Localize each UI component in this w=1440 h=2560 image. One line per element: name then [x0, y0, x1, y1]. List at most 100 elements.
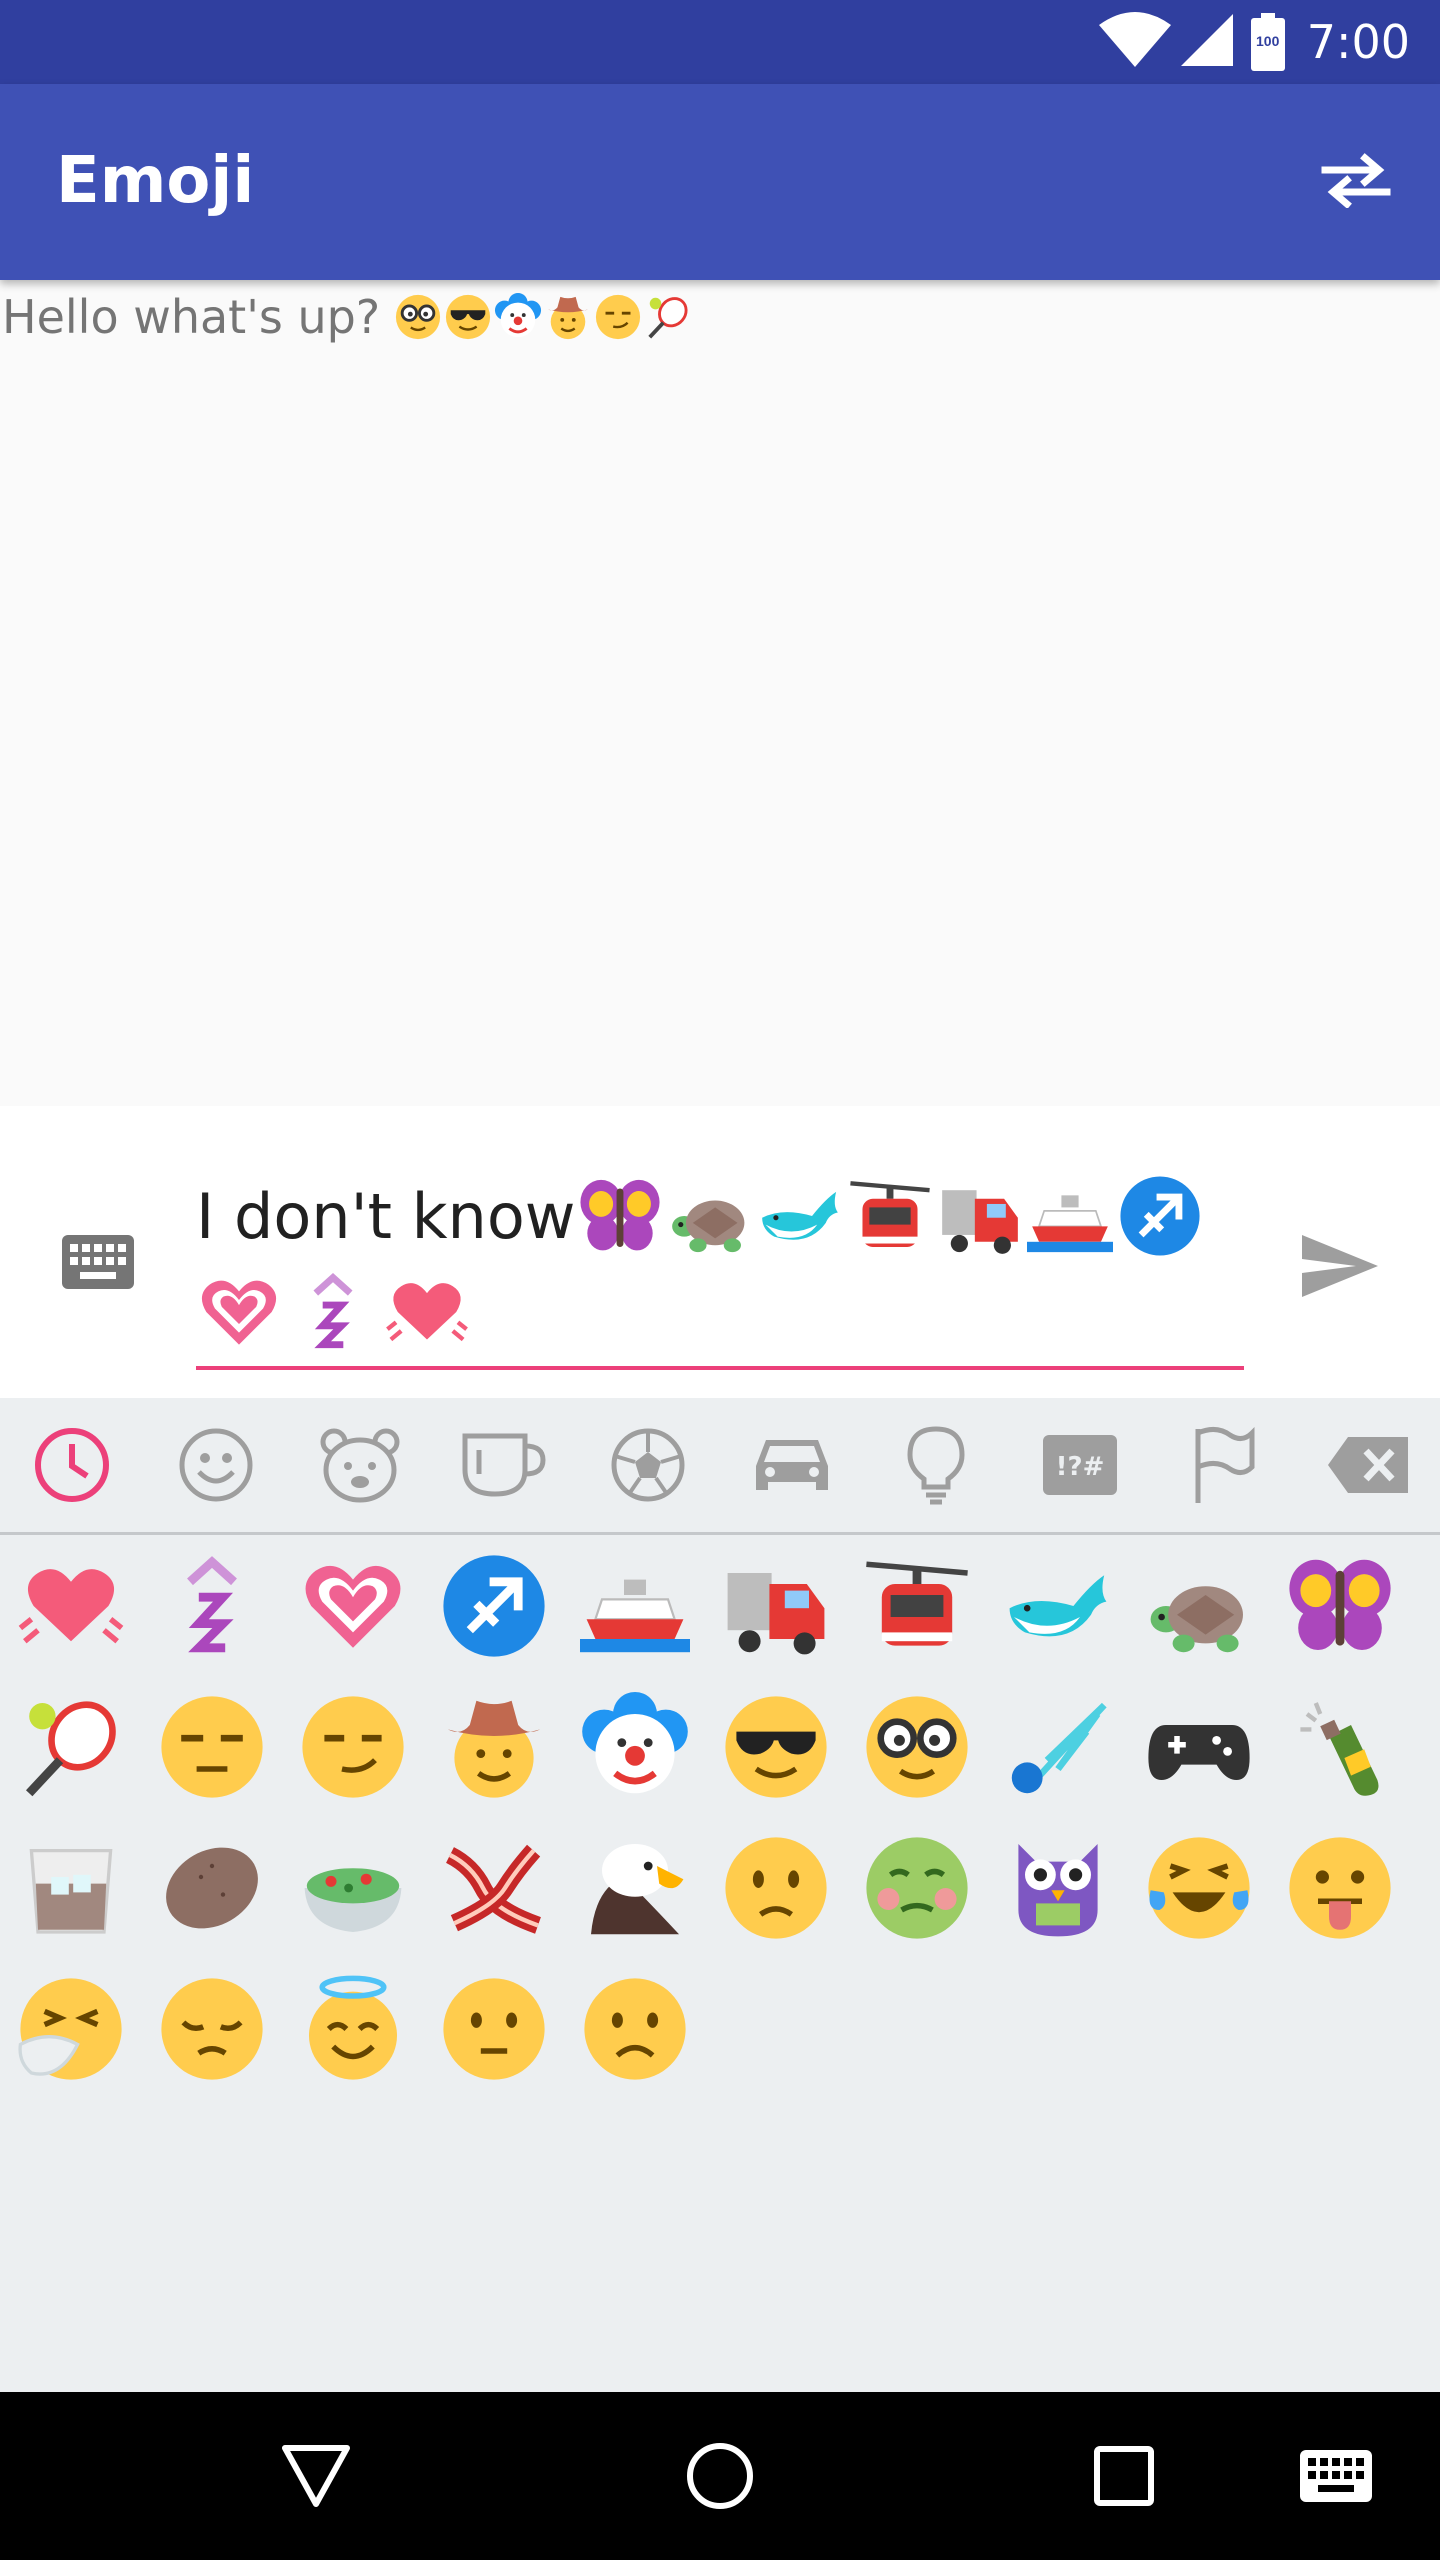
cup-icon — [462, 1433, 546, 1497]
emoji-butterfly[interactable] — [1269, 1535, 1410, 1676]
sagittarius-emoji — [1120, 1176, 1201, 1256]
tab-food[interactable] — [432, 1398, 576, 1532]
turtle-emoji — [672, 1200, 745, 1253]
emoji-game-controller[interactable] — [1128, 1676, 1269, 1817]
tab-smileys[interactable] — [144, 1398, 288, 1532]
cowboy-face-emoji — [548, 296, 589, 340]
whale-emoji — [762, 1191, 839, 1240]
svg-text:!?#: !?# — [1056, 1452, 1105, 1482]
tab-symbols[interactable]: !?# — [1008, 1398, 1152, 1532]
swap-button[interactable] — [1302, 128, 1410, 236]
emoji-tennis-racket[interactable] — [0, 1676, 141, 1817]
symbols-icon: !?# — [1043, 1435, 1117, 1495]
keyboard-toggle-button[interactable] — [56, 1222, 140, 1306]
battery-icon: 100 — [1250, 13, 1285, 71]
emoji-sagittarius[interactable] — [423, 1535, 564, 1676]
emoji-truck[interactable] — [705, 1535, 846, 1676]
input-emoji-row-2 — [196, 1269, 470, 1355]
message-text: Hello what's up? — [2, 290, 381, 344]
battery-level: 100 — [1256, 33, 1280, 49]
input-emoji-row-1 — [577, 1173, 1203, 1259]
lightbulb-icon — [907, 1426, 965, 1505]
emoji-whale[interactable] — [987, 1535, 1128, 1676]
message-area: Hello what's up? — [0, 280, 1440, 1106]
emoji-salad[interactable] — [282, 1817, 423, 1958]
emoji-tongue-face[interactable] — [1269, 1817, 1410, 1958]
flag-icon — [1195, 1426, 1255, 1503]
emoji-aerial-tramway[interactable] — [846, 1535, 987, 1676]
heart-outline-emoji — [201, 1280, 277, 1345]
emoji-nauseated-face[interactable] — [846, 1817, 987, 1958]
app-bar: Emoji — [0, 84, 1440, 280]
emoji-beating-heart[interactable] — [0, 1535, 141, 1676]
zigzag-arrow-emoji — [313, 1272, 353, 1349]
send-icon — [1300, 1233, 1380, 1304]
home-circle-icon — [687, 2443, 753, 2509]
truck-emoji — [942, 1190, 1019, 1254]
page-title: Emoji — [56, 144, 255, 218]
emoji-bacon[interactable] — [423, 1817, 564, 1958]
signal-icon — [1179, 12, 1235, 73]
input-line-1: I don't know — [196, 1166, 1203, 1266]
emoji-grid — [0, 1535, 1440, 2099]
input-line-2 — [196, 1266, 470, 1358]
back-button[interactable] — [266, 2426, 366, 2526]
ime-switch-button[interactable] — [1286, 2426, 1386, 2526]
bear-icon — [320, 1428, 400, 1503]
tab-travel[interactable] — [720, 1398, 864, 1532]
emoji-comet[interactable] — [987, 1676, 1128, 1817]
sunglasses-face-emoji — [446, 294, 491, 340]
emoji-pensive-face[interactable] — [141, 1958, 282, 2099]
emoji-frowning-face[interactable] — [564, 1958, 705, 2099]
emoji-worried-face[interactable] — [705, 1817, 846, 1958]
emoji-owl[interactable] — [987, 1817, 1128, 1958]
emoji-potato[interactable] — [141, 1817, 282, 1958]
emoji-smirking-face[interactable] — [282, 1676, 423, 1817]
message-input[interactable]: I don't know — [196, 1166, 1244, 1370]
clock-icon — [35, 1428, 109, 1502]
tennis-racket-emoji — [648, 297, 688, 339]
status-time: 7:00 — [1306, 15, 1410, 69]
emoji-crying-laughing-face[interactable] — [1128, 1817, 1269, 1958]
backspace-icon — [1328, 1437, 1408, 1493]
emoji-cowboy-face[interactable] — [423, 1676, 564, 1817]
beating-heart-emoji — [386, 1283, 468, 1342]
emoji-turtle[interactable] — [1128, 1535, 1269, 1676]
emoji-unamused-face[interactable] — [141, 1676, 282, 1817]
emoji-ship[interactable] — [564, 1535, 705, 1676]
backspace-button[interactable] — [1296, 1398, 1440, 1532]
smiley-icon — [179, 1428, 253, 1502]
butterfly-emoji — [580, 1179, 661, 1251]
emoji-sneezing-face[interactable] — [0, 1958, 141, 2099]
status-bar: 100 7:00 — [0, 0, 1440, 84]
emoji-zigzag-arrow[interactable] — [141, 1535, 282, 1676]
emoji-nerd-face[interactable] — [846, 1676, 987, 1817]
tab-objects[interactable] — [864, 1398, 1008, 1532]
send-button[interactable] — [1290, 1218, 1390, 1318]
compose-row: I don't know — [0, 1106, 1440, 1398]
nerd-face-emoji — [396, 294, 441, 340]
tab-recent[interactable] — [0, 1398, 144, 1532]
smirking-face-emoji — [596, 294, 641, 340]
aerial-tramway-emoji — [850, 1181, 931, 1247]
emoji-clown-face[interactable] — [564, 1676, 705, 1817]
message-emoji-row — [394, 293, 692, 341]
emoji-whisky-glass[interactable] — [0, 1817, 141, 1958]
input-text: I don't know — [196, 1179, 576, 1253]
emoji-halo-face[interactable] — [282, 1958, 423, 2099]
back-triangle-icon — [282, 2445, 350, 2507]
emoji-champagne[interactable] — [1269, 1676, 1410, 1817]
emoji-category-bar: !?# — [0, 1398, 1440, 1535]
tab-flags[interactable] — [1152, 1398, 1296, 1532]
tab-activity[interactable] — [576, 1398, 720, 1532]
emoji-eagle[interactable] — [564, 1817, 705, 1958]
car-icon — [756, 1440, 828, 1490]
emoji-neutral-face[interactable] — [423, 1958, 564, 2099]
tab-animals[interactable] — [288, 1398, 432, 1532]
emoji-keyboard: !?# — [0, 1398, 1440, 2392]
home-button[interactable] — [670, 2426, 770, 2526]
wifi-icon — [1097, 11, 1173, 74]
emoji-heart-outline[interactable] — [282, 1535, 423, 1676]
recents-button[interactable] — [1074, 2426, 1174, 2526]
emoji-sunglasses-face[interactable] — [705, 1676, 846, 1817]
